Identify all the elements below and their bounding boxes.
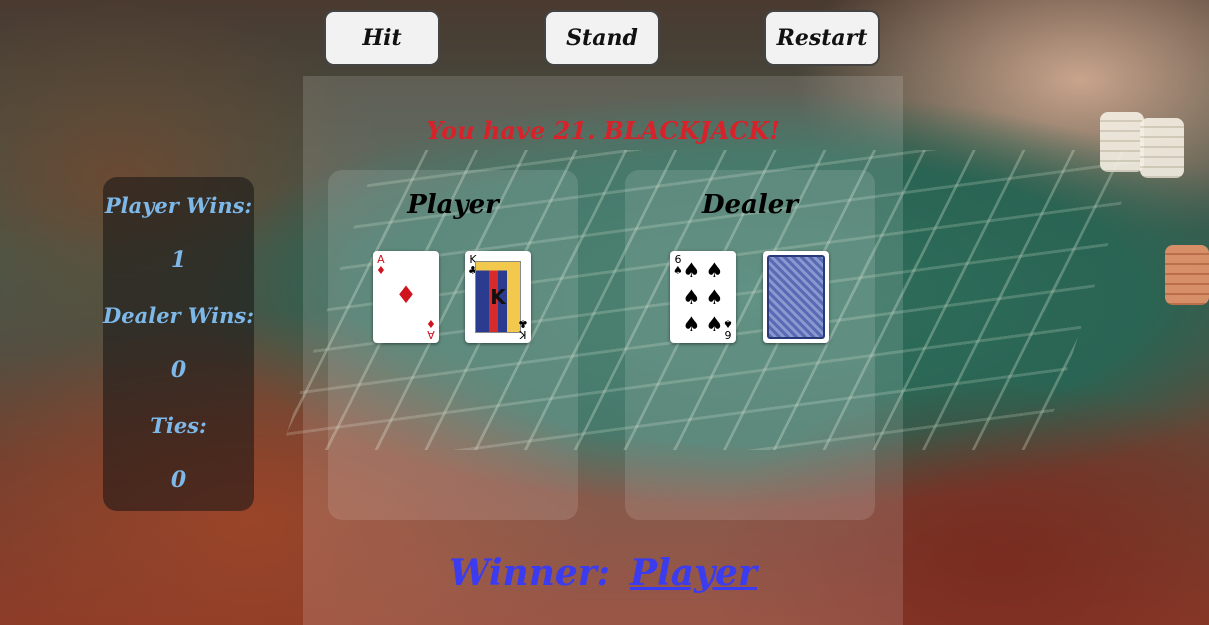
spade-icon: ♠ <box>682 258 701 283</box>
chip-stack <box>1100 112 1144 172</box>
ties-value: 0 <box>170 467 187 493</box>
player-wins-value: 1 <box>170 247 187 273</box>
spade-icon: ♠ <box>705 284 724 309</box>
dealer-wins-value: 0 <box>170 357 187 383</box>
player-card-1: A ♦ ♦ A ♦ <box>373 251 439 343</box>
king-face-icon: K <box>475 261 521 333</box>
dealer-card-hidden <box>763 251 829 343</box>
stand-button[interactable]: Stand <box>544 10 660 66</box>
card-corner: 6 ♠ <box>723 317 733 341</box>
spade-pips: ♠ ♠ ♠ ♠ ♠ ♠ <box>680 257 726 337</box>
dealer-hand-panel <box>625 170 875 520</box>
dealer-title: Dealer <box>701 190 799 220</box>
ties-label: Ties: <box>150 413 207 438</box>
dealer-card-1: 6 ♠ ♠ ♠ ♠ ♠ ♠ ♠ 6 ♠ <box>670 251 736 343</box>
card-corner: A ♦ <box>426 317 436 341</box>
card-back-pattern <box>767 255 825 339</box>
diamond-pip: ♦ <box>395 281 417 309</box>
status-message: You have 21. BLACKJACK! <box>426 116 780 145</box>
winner-label: Winner: <box>449 552 611 594</box>
scoreboard: Player Wins: 1 Dealer Wins: 0 Ties: 0 <box>103 177 254 511</box>
winner-display: Winner: Player <box>303 552 903 594</box>
card-corner: A ♦ <box>376 253 386 277</box>
winner-name: Player <box>630 552 757 594</box>
chip-stack <box>1140 118 1184 178</box>
player-hand-panel <box>328 170 578 520</box>
player-card-2: K ♣ K K ♣ <box>465 251 531 343</box>
spade-icon: ♠ <box>682 311 701 336</box>
player-wins-label: Player Wins: <box>104 193 253 218</box>
restart-button[interactable]: Restart <box>764 10 880 66</box>
card-corner: K ♣ <box>518 317 528 341</box>
chip-stack <box>1165 245 1209 305</box>
spade-icon: ♠ <box>682 284 701 309</box>
spade-icon: ♠ <box>705 258 724 283</box>
hit-button[interactable]: Hit <box>324 10 440 66</box>
player-title: Player <box>407 190 499 220</box>
dealer-wins-label: Dealer Wins: <box>103 303 254 328</box>
